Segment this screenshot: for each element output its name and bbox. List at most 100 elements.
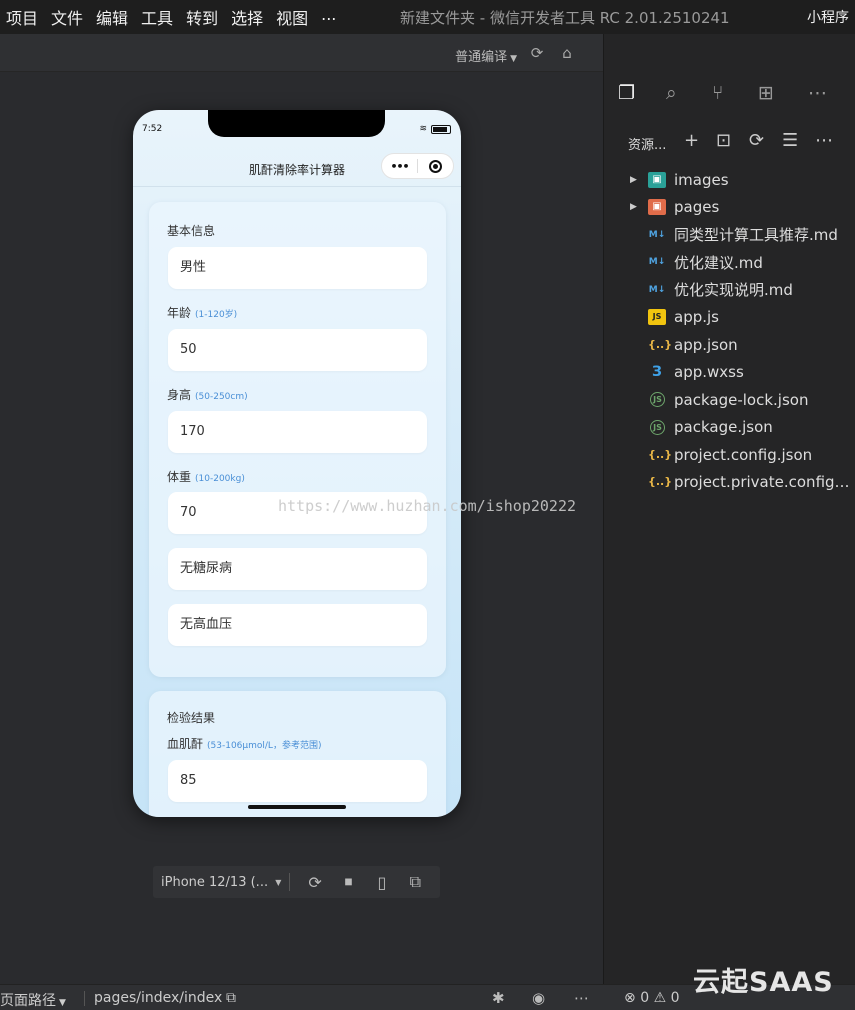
main-menu: 项目 文件 编辑 工具 转到 选择 视图 ... [0,5,349,29]
tree-item-md-3[interactable]: M↓ 优化实现说明.md [604,276,855,304]
eye-icon[interactable]: ◉ [532,989,545,1007]
explorer-panel: ❐ ⌕ ⑂ ⊞ ⋯ 资源... + ⊡ ⟳ ☰ ⋯ ▶ ▣ images ▶ ▣ pag… [604,34,855,984]
refresh-icon[interactable]: ⟳ [749,130,764,151]
new-file-icon[interactable]: + [684,130,699,151]
page-path-select[interactable]: 页面路径 ▼ [0,990,66,1010]
menu-more[interactable]: ... [321,5,336,29]
error-count: 0 [640,990,650,1006]
tree-item-project-config[interactable]: {..} project.config.json [604,441,855,469]
capsule-menu: ••• [381,153,454,179]
more-dots-icon[interactable]: ••• [382,160,417,173]
folder-images-icon: ▣ [648,171,666,188]
json-icon: {..} [648,447,673,461]
tree-item-app-json[interactable]: {..} app.json [604,331,855,359]
markdown-icon: M↓ [648,257,666,268]
status-time: 7:52 [142,124,163,134]
collapse-all-icon[interactable]: ☰ [782,130,798,151]
stop-icon[interactable]: ⏹ [340,872,357,892]
files-icon[interactable]: ❐ [618,82,635,104]
nodejs-icon: JS [650,419,665,435]
menu-view[interactable]: 视图 [276,5,308,29]
simulator-toolbar: 普通编译 ▼ ⟳ ⌂ [0,34,603,72]
popout-window-icon[interactable]: ⧉ [407,872,424,892]
phone-icon[interactable]: ▯ [373,873,390,892]
close-target-icon[interactable] [418,159,453,173]
tree-item-app-js[interactable]: JS app.js [604,304,855,332]
new-folder-icon[interactable]: ⊡ [716,130,731,151]
watermark-text: https://www.huzhan.com/ishop20222 [278,497,577,515]
diabetes-picker[interactable]: 无糖尿病 [168,548,427,590]
phone-notch [208,110,385,137]
toolbar-divider [289,873,291,891]
warning-count: 0 [670,990,680,1006]
debug-bug-icon[interactable]: ✱ [492,989,505,1007]
clear-cache-icon[interactable]: ⌂ [558,44,576,62]
folder-pages-icon: ▣ [648,199,666,216]
height-input[interactable]: 170 [168,411,427,453]
json-icon: {..} [648,475,673,489]
activity-tabs: ❐ ⌕ ⑂ ⊞ ⋯ [604,76,855,116]
basic-info-card: 基本信息 男性 年龄 (1-120岁) 50 身高 (50-250cm) 170 体… [149,202,446,677]
more-icon[interactable]: ⋯ [808,82,827,104]
gender-picker[interactable]: 男性 [168,247,427,289]
markdown-icon: M↓ [648,284,666,295]
height-label: 身高 (50-250cm) [167,388,248,402]
tree-item-project-private[interactable]: {..} project.private.config.js... [604,469,855,497]
explorer-title: 资源... [628,138,667,153]
compile-mode-select[interactable]: 普通编译 ▼ [455,46,517,65]
markdown-icon: M↓ [648,229,666,240]
menu-file[interactable]: 文件 [51,5,83,29]
section-title-basic: 基本信息 [167,224,216,238]
creatinine-input[interactable]: 85 [168,760,427,802]
menu-project[interactable]: 项目 [6,5,38,29]
explorer-header: 资源... + ⊡ ⟳ ☰ ⋯ [604,130,855,156]
weight-label: 体重 (10-200kg) [167,470,245,484]
brand-watermark: 云起SAAS [693,967,834,998]
age-label: 年龄 (1-120岁) [167,306,238,320]
refresh-icon[interactable]: ⟳ [528,44,546,62]
rotate-icon[interactable]: ⟳ [306,873,323,892]
age-input[interactable]: 50 [168,329,427,371]
nav-divider [133,186,461,187]
battery-icon [431,124,451,134]
chevron-down-icon: ▼ [510,54,517,64]
lab-results-card: 检验结果 血肌酐 (53-106μmol/L，参考范围) 85 [149,691,446,817]
tree-item-app-wxss[interactable]: Зapp.wxss [604,359,855,387]
search-icon[interactable]: ⌕ [666,82,677,104]
menu-bar: 项目 文件 编辑 工具 转到 选择 视图 ... 新建文件夹 - 微信开发者工具… [0,0,855,34]
error-icon: ⊗ [624,990,636,1006]
json-icon: {..} [648,337,673,351]
chevron-right-icon[interactable]: ▶ [630,202,637,212]
tree-item-pages[interactable]: ▶ ▣ pages [604,194,855,222]
device-select[interactable]: iPhone 12/13 (... [161,875,275,890]
file-tree: ▶ ▣ images ▶ ▣ pages M↓ 同类型计算工具推荐.md M↓ 优化建议.m… [604,166,855,496]
menu-goto[interactable]: 转到 [186,5,218,29]
tree-item-package-json[interactable]: JS package.json [604,414,855,442]
miniprogram-label[interactable]: 小程序 [807,7,855,27]
hypertension-picker[interactable]: 无高血压 [168,604,427,646]
tree-item-md-1[interactable]: M↓ 同类型计算工具推荐.md [604,221,855,249]
chevron-down-icon[interactable]: ▼ [275,878,281,887]
css-icon: З [652,364,662,381]
chevron-right-icon[interactable]: ▶ [630,175,637,185]
warning-icon: ⚠ [653,990,667,1006]
section-title-lab: 检验结果 [167,711,216,725]
tree-item-md-2[interactable]: M↓ 优化建议.md [604,249,855,277]
tree-item-images[interactable]: ▶ ▣ images [604,166,855,194]
copy-icon[interactable]: ⧉ [226,990,236,1006]
window-title: 新建文件夹 - 微信开发者工具 RC 2.01.2510241 [400,9,730,27]
more-icon[interactable]: ⋯ [815,130,833,151]
page-path: pages/index/index [94,990,223,1006]
problems-indicator[interactable]: ⊗ 0 ⚠ 0 [624,990,680,1006]
source-control-icon[interactable]: ⑂ [712,82,723,104]
status-icons: ≋ [419,124,451,134]
tree-item-package-lock[interactable]: JS package-lock.json [604,386,855,414]
extensions-icon[interactable]: ⊞ [758,82,774,104]
wifi-icon: ≋ [419,124,427,134]
more-icon[interactable]: ⋯ [574,989,589,1007]
menu-select[interactable]: 选择 [231,5,263,29]
menu-edit[interactable]: 编辑 [96,5,128,29]
chevron-down-icon: ▼ [59,998,66,1008]
javascript-icon: JS [648,309,666,326]
menu-tools[interactable]: 工具 [141,5,173,29]
